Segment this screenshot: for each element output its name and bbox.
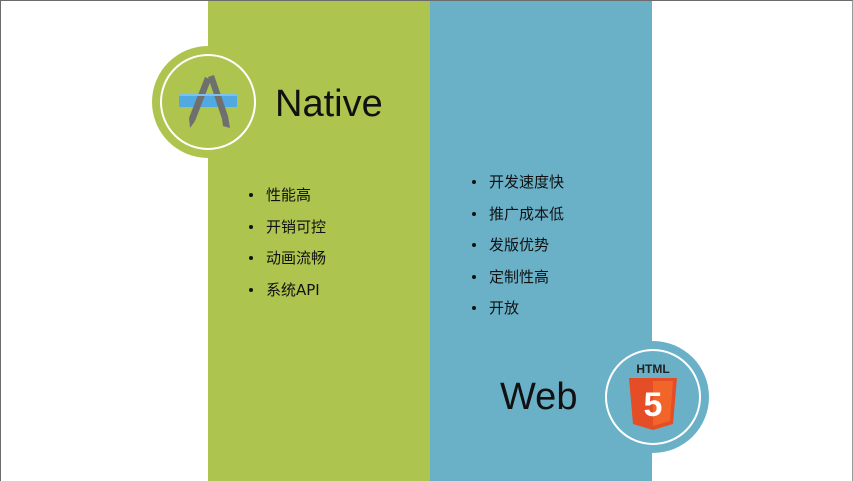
html5-icon: HTML 5 <box>629 362 677 430</box>
list-item: 性能高 <box>249 185 326 217</box>
native-badge <box>152 46 264 158</box>
list-item: 发版优势 <box>472 235 564 267</box>
list-item: 推广成本低 <box>472 204 564 236</box>
slide: Native 性能高 开销可控 动画流畅 系统API 开发速度快 推广成本低 发… <box>0 0 853 481</box>
list-item: 开放 <box>472 298 564 330</box>
list-item: 系统API <box>249 280 326 312</box>
web-feature-list: 开发速度快 推广成本低 发版优势 定制性高 开放 <box>472 172 564 330</box>
native-feature-list: 性能高 开销可控 动画流畅 系统API <box>249 185 326 311</box>
web-badge-ring: HTML 5 <box>605 349 701 445</box>
native-title: Native <box>275 83 383 125</box>
list-item: 开发速度快 <box>472 172 564 204</box>
web-badge: HTML 5 <box>597 341 709 453</box>
html5-digit: 5 <box>644 386 663 424</box>
list-item: 动画流畅 <box>249 248 326 280</box>
html5-label: HTML <box>636 362 669 376</box>
app-store-icon <box>179 75 237 128</box>
web-title: Web <box>500 376 578 418</box>
native-badge-ring <box>160 54 256 150</box>
list-item: 开销可控 <box>249 217 326 249</box>
list-item: 定制性高 <box>472 267 564 299</box>
